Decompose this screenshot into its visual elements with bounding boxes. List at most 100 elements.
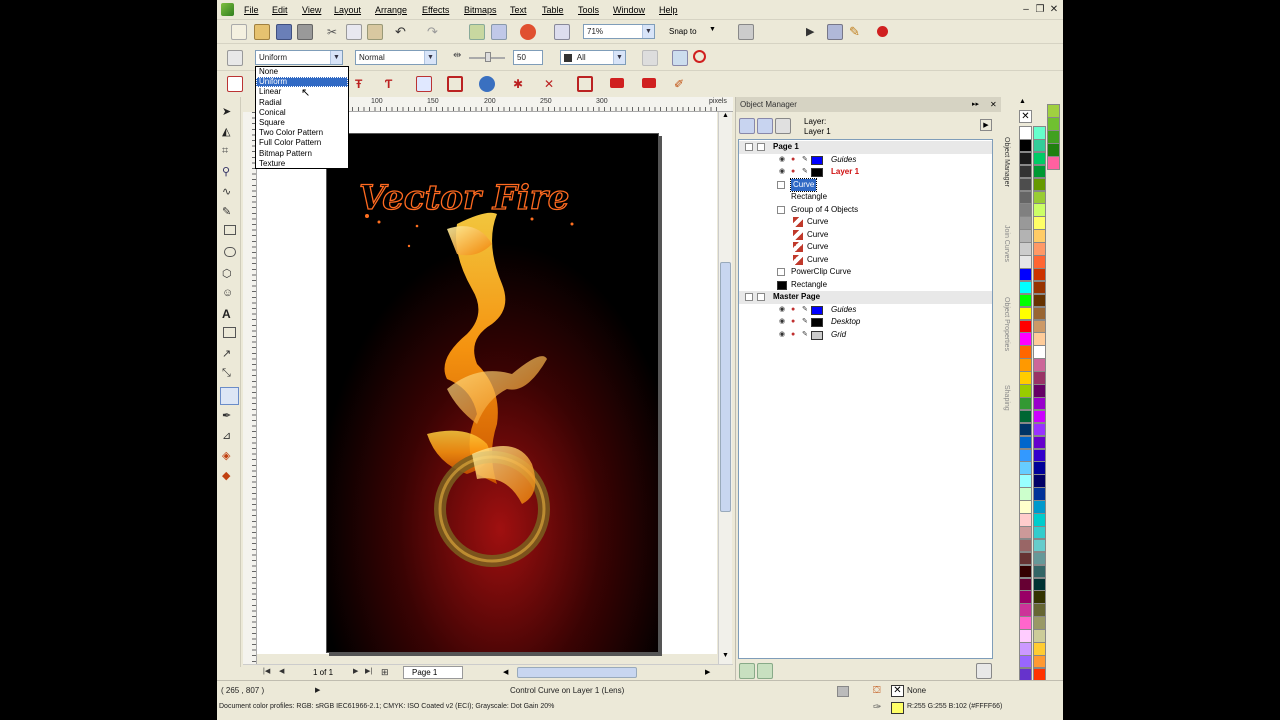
color-swatch[interactable] — [1033, 409, 1046, 424]
tree-row[interactable]: Group of 4 Objects — [739, 204, 992, 217]
add-page-icon[interactable]: ⊞ — [381, 667, 389, 678]
color-swatch[interactable] — [1019, 616, 1032, 630]
layer-color-swatch[interactable] — [811, 168, 823, 177]
color-swatch[interactable] — [1047, 117, 1060, 131]
dropdown-option-texture[interactable]: Texture — [256, 159, 348, 169]
docker-close-icon[interactable]: ✕ — [990, 100, 997, 109]
color-swatch[interactable] — [1033, 229, 1046, 243]
color-swatch[interactable] — [1019, 306, 1032, 321]
undo-icon[interactable]: ↶ — [395, 24, 411, 40]
printable-icon[interactable]: ● — [791, 331, 798, 338]
color-swatch[interactable] — [1047, 143, 1060, 157]
color-swatch[interactable] — [1019, 345, 1032, 359]
zoom-combo[interactable]: 71% ▼ — [583, 24, 655, 39]
palette-scroll-up-icon[interactable]: ▲ — [1019, 98, 1026, 105]
editable-pencil-icon[interactable]: ✎ — [802, 156, 809, 163]
color-swatch[interactable] — [1033, 448, 1046, 462]
dimension-tool-icon[interactable]: ↗ — [222, 347, 238, 363]
color-swatch[interactable] — [1019, 177, 1032, 192]
color-swatch[interactable] — [1033, 293, 1046, 308]
transparency-icon[interactable] — [227, 50, 243, 66]
color-swatch[interactable] — [1019, 461, 1032, 475]
expand-icon[interactable] — [777, 268, 785, 276]
vertical-scrollbar[interactable]: ▲ ▼ — [718, 112, 732, 664]
color-swatch[interactable] — [1033, 242, 1046, 256]
color-swatch[interactable] — [1033, 616, 1046, 630]
show-properties-icon[interactable] — [739, 118, 755, 134]
color-swatch[interactable] — [1033, 564, 1046, 579]
color-swatch[interactable] — [1033, 513, 1046, 527]
dropdown-option-square[interactable]: Square — [256, 118, 348, 128]
slider-handle[interactable] — [485, 52, 491, 62]
scroll-left-icon[interactable]: ◀ — [503, 668, 508, 676]
color-swatch[interactable] — [1033, 126, 1046, 140]
ellipse-tool-icon[interactable] — [224, 247, 236, 257]
color-swatch[interactable] — [1033, 474, 1046, 488]
visibility-eye-icon[interactable]: ◉ — [779, 331, 786, 338]
scroll-down-icon[interactable]: ▼ — [720, 652, 731, 664]
color-swatch[interactable] — [1033, 255, 1046, 269]
color-swatch[interactable] — [1019, 500, 1032, 514]
texture-icon[interactable] — [610, 78, 624, 88]
clear-transparency-icon[interactable] — [693, 50, 706, 63]
color-swatch[interactable] — [1019, 396, 1032, 411]
welcome-screen-icon[interactable] — [554, 24, 570, 40]
tab-object-properties[interactable]: Object Properties — [1003, 297, 1010, 351]
document-page[interactable]: Vector Fire — [326, 133, 659, 653]
color-swatch[interactable] — [1033, 435, 1046, 450]
no-color-swatch[interactable]: ✕ — [1019, 110, 1032, 123]
table-tool-icon[interactable] — [223, 327, 236, 338]
color-swatch[interactable] — [1033, 216, 1046, 230]
drawing-canvas[interactable]: Vector Fire — [257, 112, 717, 654]
color-swatch[interactable] — [1019, 151, 1032, 166]
print-icon[interactable] — [297, 24, 313, 40]
color-swatch[interactable] — [1033, 551, 1046, 566]
editable-pencil-icon[interactable]: ✎ — [802, 168, 809, 175]
tree-row[interactable]: ◉ ● ✎ Layer 1 — [739, 166, 992, 179]
fill-tool-icon[interactable]: ◈ — [222, 449, 238, 465]
options-icon[interactable] — [738, 24, 754, 40]
tree-row[interactable]: Curve — [739, 177, 992, 192]
dropdown-option-none[interactable]: None — [256, 67, 348, 77]
transparency-value-field[interactable]: 50 — [513, 50, 543, 65]
layer-color-swatch[interactable] — [811, 305, 823, 315]
open-icon[interactable] — [254, 24, 270, 40]
fill-type-combo[interactable]: Uniform ▼ — [255, 50, 343, 65]
color-swatch[interactable] — [1033, 358, 1046, 372]
color-swatch[interactable] — [1047, 104, 1060, 118]
last-page-icon[interactable]: ▶| — [365, 667, 372, 675]
visibility-eye-icon[interactable]: ◉ — [779, 168, 786, 175]
color-swatch[interactable] — [1019, 629, 1032, 643]
radial-transparency-icon[interactable] — [416, 76, 432, 92]
editable-pencil-icon[interactable]: ✎ — [802, 306, 809, 313]
color-swatch[interactable] — [1019, 603, 1032, 617]
tree-row[interactable]: Curve — [739, 229, 992, 242]
vertical-ruler[interactable] — [243, 112, 257, 664]
color-swatch[interactable] — [1033, 654, 1046, 669]
flyout-arrow-icon[interactable]: ▶ — [980, 119, 992, 131]
color-swatch[interactable] — [1033, 422, 1046, 437]
scroll-up-icon[interactable]: ▲ — [720, 112, 731, 124]
color-swatch[interactable] — [1019, 229, 1032, 243]
object-tree[interactable]: Page 1 ◉ ● ✎ Guides ◉ ● ✎ Layer 1 Curve Rectangle G… — [738, 139, 993, 659]
dropdown-option-full-color-pattern[interactable]: Full Color Pattern — [256, 138, 348, 148]
color-swatch[interactable] — [1033, 203, 1046, 217]
expand-icon[interactable] — [777, 205, 785, 214]
conical-transparency-icon[interactable] — [447, 76, 463, 92]
menu-effects[interactable]: Effects — [422, 5, 449, 15]
fill-type-dropdown-list[interactable]: None Uniform Linear Radial Conical Squar… — [255, 66, 349, 169]
new-layer-icon[interactable] — [739, 663, 755, 679]
color-swatch[interactable] — [1033, 267, 1046, 282]
color-swatch[interactable] — [1033, 487, 1046, 501]
color-swatch[interactable] — [1033, 577, 1046, 591]
color-profiles[interactable]: Document color profiles: RGB: sRGB IEC61… — [219, 703, 554, 710]
color-swatch[interactable] — [1019, 280, 1032, 295]
color-swatch[interactable] — [1019, 371, 1032, 385]
color-swatch[interactable] — [1019, 422, 1032, 437]
color-swatch[interactable] — [1019, 332, 1032, 346]
layer-color-swatch[interactable] — [811, 155, 823, 165]
dropdown-option-conical[interactable]: Conical — [256, 108, 348, 118]
expand-icon[interactable] — [745, 143, 753, 151]
color-swatch[interactable] — [1033, 280, 1046, 295]
layer-manager-view-icon[interactable] — [775, 118, 791, 134]
